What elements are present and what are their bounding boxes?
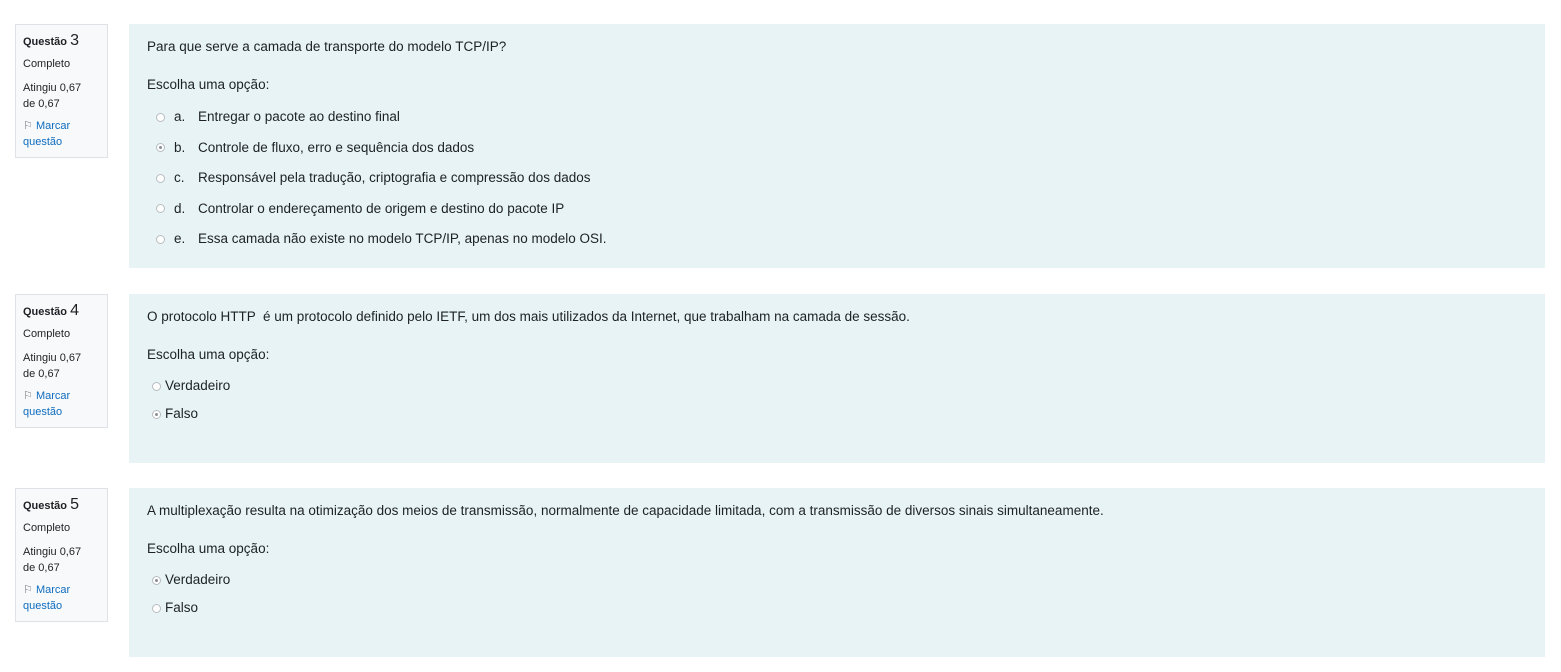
question-number: Questão 5 bbox=[23, 496, 79, 513]
flag-question-link[interactable]: ⚐ Marcar questão bbox=[23, 118, 100, 150]
flag-icon: ⚐ bbox=[23, 584, 33, 596]
radio-icon[interactable] bbox=[156, 143, 165, 153]
radio-icon[interactable] bbox=[152, 381, 161, 391]
question-content: O protocolo HTTP é um protocolo definido… bbox=[129, 294, 1545, 463]
question-info: Questão 4 Completo Atingiu 0,67 de 0,67 … bbox=[15, 294, 108, 428]
radio-icon[interactable] bbox=[152, 575, 161, 585]
answer-option-false[interactable]: Falso bbox=[147, 594, 1527, 622]
answer-list: Verdadeiro Falso bbox=[147, 566, 1527, 622]
question-number: Questão 4 bbox=[23, 302, 79, 319]
question-text: Para que serve a camada de transporte do… bbox=[147, 39, 507, 54]
question-grade: Atingiu 0,67 de 0,67 bbox=[23, 82, 82, 110]
radio-icon[interactable] bbox=[156, 173, 165, 183]
question-info: Questão 5 Completo Atingiu 0,67 de 0,67 … bbox=[15, 488, 108, 622]
answer-option-a[interactable]: a. Entregar o pacote ao destino final bbox=[147, 102, 1527, 133]
question-grade: Atingiu 0,67 de 0,67 bbox=[23, 546, 82, 574]
radio-icon[interactable] bbox=[156, 112, 165, 122]
question-state: Completo bbox=[23, 328, 71, 340]
flag-question-link[interactable]: ⚐ Marcar questão bbox=[23, 388, 100, 420]
flag-icon: ⚐ bbox=[23, 390, 33, 402]
answer-option-c[interactable]: c. Responsável pela tradução, criptograf… bbox=[147, 163, 1527, 194]
question-content: Para que serve a camada de transporte do… bbox=[129, 24, 1545, 268]
answer-option-true[interactable]: Verdadeiro bbox=[147, 372, 1527, 400]
radio-icon[interactable] bbox=[156, 204, 165, 214]
answer-prompt: Escolha uma opção: bbox=[147, 347, 270, 362]
answer-option-b[interactable]: b. Controle de fluxo, erro e sequência d… bbox=[147, 133, 1527, 164]
answer-option-d[interactable]: d. Controlar o endereçamento de origem e… bbox=[147, 194, 1527, 225]
radio-icon[interactable] bbox=[156, 234, 165, 244]
answer-option-e[interactable]: e. Essa camada não existe no modelo TCP/… bbox=[147, 224, 1527, 255]
question-state: Completo bbox=[23, 58, 71, 70]
flag-icon: ⚐ bbox=[23, 120, 33, 132]
answer-prompt: Escolha uma opção: bbox=[147, 541, 270, 556]
answer-list: a. Entregar o pacote ao destino final b.… bbox=[147, 102, 1527, 255]
answer-prompt: Escolha uma opção: bbox=[147, 77, 270, 92]
answer-list: Verdadeiro Falso bbox=[147, 372, 1527, 428]
answer-option-true[interactable]: Verdadeiro bbox=[147, 566, 1527, 594]
question-content: A multiplexação resulta na otimização do… bbox=[129, 488, 1545, 657]
question-number: Questão 3 bbox=[23, 32, 79, 49]
radio-icon[interactable] bbox=[152, 603, 161, 613]
question-state: Completo bbox=[23, 522, 71, 534]
question-grade: Atingiu 0,67 de 0,67 bbox=[23, 352, 82, 380]
question-text: O protocolo HTTP é um protocolo definido… bbox=[147, 309, 910, 324]
radio-icon[interactable] bbox=[152, 409, 161, 419]
question-info: Questão 3 Completo Atingiu 0,67 de 0,67 … bbox=[15, 24, 108, 158]
flag-question-link[interactable]: ⚐ Marcar questão bbox=[23, 582, 100, 614]
answer-option-false[interactable]: Falso bbox=[147, 400, 1527, 428]
question-text: A multiplexação resulta na otimização do… bbox=[147, 503, 1104, 518]
